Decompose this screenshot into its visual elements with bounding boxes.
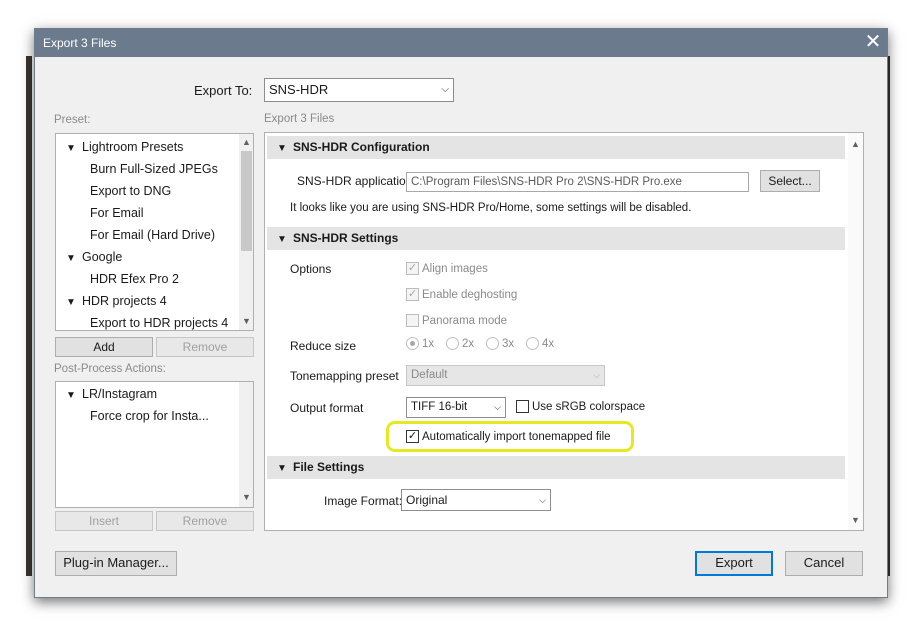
align-images-label: Align images <box>422 263 488 275</box>
settings-panel: ▲ ▼ ▼ SNS-HDR Configuration SNS-HDR appli… <box>264 132 864 531</box>
scroll-up-icon[interactable]: ▲ <box>239 137 253 147</box>
reduce-size-radio-4x[interactable] <box>526 337 539 350</box>
list-item[interactable]: HDR Efex Pro 2 <box>90 272 179 286</box>
section-header-config[interactable]: ▼ SNS-HDR Configuration <box>267 136 845 159</box>
main-subtitle: Export 3 Files <box>264 113 335 125</box>
post-process-list[interactable]: ▼ LR/Instagram Force crop for Insta... ▼ <box>55 381 254 508</box>
list-item-label: Google <box>82 250 123 264</box>
chevron-down-icon: ⌵ <box>539 495 546 505</box>
tonemapping-label: Tonemapping preset <box>290 369 399 383</box>
reduce-size-radio-3x[interactable] <box>486 337 499 350</box>
reduce-size-option-label: 2x <box>462 338 475 350</box>
export-to-label: Export To: <box>194 83 253 98</box>
options-label: Options <box>290 262 332 276</box>
dialog-title: Export 3 Files <box>43 36 117 50</box>
align-images-checkbox[interactable]: ✓ <box>406 262 419 275</box>
enable-deghosting-label: Enable deghosting <box>422 289 518 301</box>
preset-label: Preset: <box>54 114 91 126</box>
list-item[interactable]: Export to HDR projects 4 <box>90 316 228 330</box>
list-item-label: HDR Efex Pro 2 <box>90 272 179 286</box>
remove-preset-button[interactable]: Remove <box>156 337 254 357</box>
list-item[interactable]: For Email <box>90 206 143 220</box>
expand-triangle-icon: ▼ <box>277 234 287 245</box>
panorama-mode-label: Panorama mode <box>422 315 508 327</box>
section-header-file-settings[interactable]: ▼ File Settings <box>267 456 845 479</box>
expand-triangle-icon[interactable]: ▼ <box>66 253 80 264</box>
close-icon[interactable]: ✕ <box>861 31 885 55</box>
reduce-size-option-label: 3x <box>502 338 515 350</box>
post-process-label: Post-Process Actions: <box>54 363 166 375</box>
list-item-label: Force crop for Insta... <box>90 409 209 423</box>
chevron-down-icon: ⌵ <box>593 370 600 380</box>
list-item[interactable]: Burn Full-Sized JPEGs <box>90 162 218 176</box>
list-item[interactable]: Force crop for Insta... <box>90 409 209 423</box>
sns-app-path-field[interactable]: C:\Program Files\SNS-HDR Pro 2\SNS-HDR P… <box>406 172 749 192</box>
list-item-label: For Email <box>90 206 144 220</box>
output-format-label: Output format <box>290 401 364 415</box>
preset-list[interactable]: ▼ Lightroom Presets Burn Full-Sized JPEGs E… <box>55 133 254 331</box>
add-preset-button[interactable]: Add <box>55 337 153 357</box>
reduce-size-label: Reduce size <box>290 339 357 353</box>
title-bar: Export 3 Files ✕ <box>35 29 887 57</box>
list-item-label: HDR projects 4 <box>82 294 167 308</box>
section-header-settings[interactable]: ▼ SNS-HDR Settings <box>267 227 845 250</box>
image-format-select[interactable]: Original ⌵ <box>401 489 551 511</box>
srgb-label: Use sRGB colorspace <box>532 401 646 413</box>
export-to-value: SNS-HDR <box>269 82 329 97</box>
background-photo-strip <box>26 56 32 576</box>
list-item-label: Export to DNG <box>90 184 172 198</box>
list-item[interactable]: ▼ Google <box>66 250 122 264</box>
cancel-button[interactable]: Cancel <box>785 551 863 576</box>
reduce-size-option-label: 4x <box>542 338 555 350</box>
reduce-size-radio-2x[interactable] <box>446 337 459 350</box>
scroll-up-icon[interactable]: ▲ <box>848 139 863 149</box>
export-button[interactable]: Export <box>695 551 773 576</box>
list-item-label: Export to HDR projects 4 <box>90 316 229 330</box>
panorama-mode-checkbox[interactable] <box>406 314 419 327</box>
list-item[interactable]: For Email (Hard Drive) <box>90 228 215 242</box>
image-format-label: Image Format: <box>324 494 403 508</box>
chevron-down-icon: ⌵ <box>494 402 501 412</box>
list-item[interactable]: ▼ Lightroom Presets <box>66 140 183 154</box>
export-to-select[interactable]: SNS-HDR ⌵ <box>264 78 454 102</box>
scroll-down-icon[interactable]: ▼ <box>848 515 863 525</box>
scroll-down-icon[interactable]: ▼ <box>239 492 253 502</box>
settings-scrollbar[interactable]: ▲ ▼ <box>848 133 863 530</box>
expand-triangle-icon[interactable]: ▼ <box>66 143 80 154</box>
list-item-label: Lightroom Presets <box>82 140 184 154</box>
remove-action-button[interactable]: Remove <box>156 511 254 531</box>
post-process-scrollbar[interactable]: ▼ <box>239 382 253 507</box>
expand-triangle-icon: ▼ <box>277 143 287 154</box>
list-item[interactable]: ▼ HDR projects 4 <box>66 294 167 308</box>
pro-home-note: It looks like you are using SNS-HDR Pro/… <box>290 202 692 214</box>
highlight-annotation <box>386 421 634 452</box>
preset-scrollbar[interactable]: ▲ ▼ <box>239 134 253 330</box>
reduce-size-option-label: 1x <box>422 338 435 350</box>
plugin-manager-button[interactable]: Plug-in Manager... <box>55 551 177 576</box>
scroll-down-icon[interactable]: ▼ <box>239 316 253 326</box>
expand-triangle-icon[interactable]: ▼ <box>66 297 80 308</box>
enable-deghosting-checkbox[interactable]: ✓ <box>406 288 419 301</box>
insert-action-button[interactable]: Insert <box>55 511 153 531</box>
chevron-down-icon: ⌵ <box>441 84 449 95</box>
reduce-size-radio-1x[interactable] <box>406 337 419 350</box>
sns-app-label: SNS-HDR application <box>297 174 413 188</box>
list-item[interactable]: ▼ LR/Instagram <box>66 387 157 401</box>
expand-triangle-icon[interactable]: ▼ <box>66 390 80 401</box>
tonemapping-select[interactable]: Default ⌵ <box>406 365 605 386</box>
scrollbar-thumb[interactable] <box>241 151 252 251</box>
output-format-select[interactable]: TIFF 16-bit ⌵ <box>406 397 506 418</box>
list-item-label: LR/Instagram <box>82 387 158 401</box>
list-item-label: For Email (Hard Drive) <box>90 228 216 242</box>
expand-triangle-icon: ▼ <box>277 463 287 474</box>
export-dialog: Export 3 Files ✕ Export To: SNS-HDR ⌵ Pr… <box>34 28 888 598</box>
srgb-checkbox[interactable] <box>516 400 529 413</box>
list-item-label: Burn Full-Sized JPEGs <box>90 162 218 176</box>
list-item[interactable]: Export to DNG <box>90 184 171 198</box>
select-app-button[interactable]: Select... <box>760 170 820 192</box>
